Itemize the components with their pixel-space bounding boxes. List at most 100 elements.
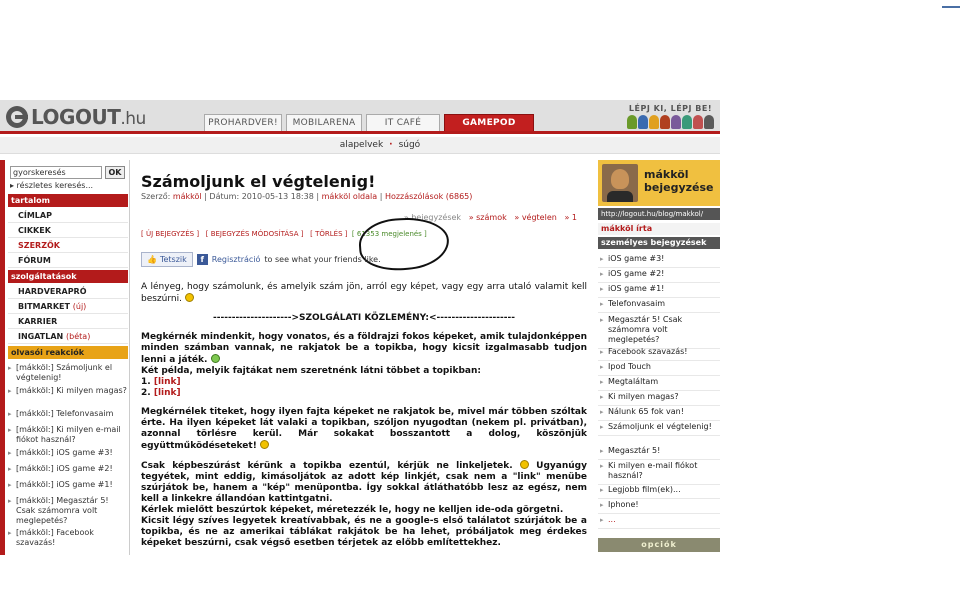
reaction-item[interactable]: [mákköl:] Facebook szavazás! <box>8 528 128 548</box>
tab-gamepod[interactable]: GAMEPOD <box>444 114 534 131</box>
comments-link[interactable]: Hozzászólások (6865) <box>385 192 472 201</box>
section-tartalom: tartalom <box>8 194 128 207</box>
tab-prohardver[interactable]: PROHARDVER! <box>204 114 282 131</box>
reaction-item[interactable]: [mákköl:] Telefonvasaim <box>8 409 128 419</box>
smiley-icon <box>210 354 220 363</box>
sidebar-item-karrier[interactable]: KARRIER <box>8 314 128 329</box>
quick-search-input[interactable] <box>10 166 102 179</box>
mascot-icon <box>649 115 659 129</box>
mascot-icon <box>704 115 714 129</box>
post-date: 2010-05-13 18:38 <box>241 192 314 201</box>
tab-mobilarena[interactable]: MOBILARENA <box>286 114 362 131</box>
personal-post-item[interactable]: iOS game #2! <box>598 269 720 283</box>
author-link[interactable]: mákköl <box>173 192 202 201</box>
crumb-1[interactable]: » 1 <box>564 213 577 222</box>
facebook-like-row: 👍 Tetszik f Regisztráció to see what your… <box>141 252 381 267</box>
sidebar-accent-bar <box>0 160 5 555</box>
options-bar[interactable]: opciók <box>598 538 720 552</box>
section-szolgaltatasok: szolgáltatások <box>8 270 128 283</box>
personal-post-item[interactable]: Legjobb film(ek)... <box>598 485 720 499</box>
author-post-title: mákköl bejegyzése <box>644 168 714 194</box>
crumb-szamok[interactable]: » számok <box>469 213 507 222</box>
smiley-icon <box>184 293 194 302</box>
mascot-icon <box>693 115 703 129</box>
reaction-item[interactable]: [mákköl:] iOS game #1! <box>8 480 128 490</box>
section-szemelyes-bejegyzesek: személyes bejegyzések <box>598 237 720 249</box>
personal-post-item[interactable]: Ki milyen e-mail fiókot használ? <box>598 461 720 485</box>
search-ok-button[interactable]: OK <box>105 166 125 179</box>
sidebar-item-szerzok[interactable]: SZERZŐK <box>8 238 128 253</box>
personal-post-item[interactable]: Ki milyen magas? <box>598 392 720 406</box>
post-body: A lényeg, hogy számolunk, és amelyik szá… <box>141 282 587 555</box>
post-intro: A lényeg, hogy számolunk, és amelyik szá… <box>141 282 587 304</box>
logout-logo-icon <box>6 106 28 128</box>
personal-post-item[interactable]: Megasztár 5! <box>598 446 720 460</box>
sidebar-item-bitmarket[interactable]: BITMARKET (új) <box>8 299 128 314</box>
left-sidebar: OK ▸ részletes keresés... tartalom CÍMLA… <box>0 160 130 555</box>
reaction-item[interactable]: [mákköl:] Megasztár 5! Csak számomra vol… <box>8 496 128 526</box>
subnav-sugo[interactable]: súgó <box>399 140 421 150</box>
reaction-item[interactable]: [mákköl:] Számoljunk el végtelenig! <box>8 363 128 383</box>
example-link-2[interactable]: [link] <box>154 388 181 398</box>
crumb-vegtelen[interactable]: » végtelen <box>514 213 556 222</box>
personal-post-item[interactable]: Ipod Touch <box>598 362 720 376</box>
section-olvasoi-reakciok: olvasói reakciók <box>8 346 128 359</box>
avatar[interactable] <box>602 164 638 202</box>
delete-post-link[interactable]: [ TÖRLÉS ] <box>310 230 347 238</box>
right-sidebar: mákköl bejegyzése http://logout.hu/blog/… <box>598 160 720 555</box>
mascot-icon <box>671 115 681 129</box>
mascot-strip <box>627 115 714 129</box>
subnav: alapelvek · súgó <box>0 137 720 154</box>
personal-post-item[interactable]: Megasztár 5! Csak számomra volt meglepet… <box>598 315 720 349</box>
facebook-caption: to see what your friends like. <box>264 255 381 264</box>
example-link-1[interactable]: [link] <box>154 377 181 387</box>
mascot-icon <box>660 115 670 129</box>
reaction-item[interactable]: [mákköl:] Ki milyen magas? <box>8 386 128 396</box>
logo-text: LOGOUT.hu <box>31 105 146 129</box>
post-title: Számoljunk el végtelenig! <box>141 172 376 191</box>
post-paragraph: Megkérnélek titeket, hogy ilyen fajta ké… <box>141 407 587 451</box>
personal-post-item[interactable]: Nálunk 65 fok van! <box>598 407 720 421</box>
reaction-item[interactable]: [mákköl:] iOS game #2! <box>8 464 128 474</box>
post-paragraph: Megkérnék mindenkit, hogy vonatos, és a … <box>141 332 587 398</box>
sidebar-item-ingatlan[interactable]: INGATLAN (béta) <box>8 329 128 344</box>
facebook-icon: f <box>196 254 208 265</box>
quick-search: OK <box>10 166 125 179</box>
personal-post-item[interactable]: iOS game #3! <box>598 254 720 268</box>
network-tabs: PROHARDVER! MOBILARENA IT CAFÉ GAMEPOD <box>204 114 534 131</box>
more-posts-link[interactable]: ... <box>598 515 720 529</box>
reaction-item[interactable]: [mákköl:] iOS game #3! <box>8 448 128 458</box>
blog-url[interactable]: http://logout.hu/blog/makkol/ <box>598 208 720 220</box>
sidebar-item-cimlap[interactable]: CÍMLAP <box>8 208 128 223</box>
author-page-link[interactable]: mákköl oldala <box>322 192 378 201</box>
reaction-item[interactable]: [mákköl:] Ki milyen e-mail fiókot haszná… <box>8 425 128 445</box>
mascot-icon <box>682 115 692 129</box>
new-post-link[interactable]: [ ÚJ BEJEGYZÉS ] <box>141 230 199 238</box>
subnav-alapelvek[interactable]: alapelvek <box>340 140 383 150</box>
corner-underline <box>942 0 960 8</box>
site-logo[interactable]: LOGOUT.hu <box>6 105 146 129</box>
tab-itcafe[interactable]: IT CAFÉ <box>366 114 440 131</box>
edit-post-link[interactable]: [ BEJEGYZÉS MÓDOSÍTÁSA ] <box>206 230 304 238</box>
personal-post-item[interactable]: Facebook szavazás! <box>598 347 720 361</box>
advanced-search-link[interactable]: ▸ részletes keresés... <box>10 181 93 190</box>
personal-post-item[interactable]: Iphone! <box>598 500 720 514</box>
post-paragraph: Csak képbeszúrást kérünk a topikba ezent… <box>141 460 587 548</box>
facebook-register-link[interactable]: Regisztráció <box>212 255 261 264</box>
facebook-like-button[interactable]: 👍 Tetszik <box>141 252 193 267</box>
personal-post-item[interactable]: Számoljunk el végtelenig! <box>598 422 720 436</box>
personal-post-item[interactable]: iOS game #1! <box>598 284 720 298</box>
main-content: Számoljunk el végtelenig! Szerző: mákköl… <box>131 160 595 555</box>
post-meta: Szerző: mákköl | Dátum: 2010-05-13 18:38… <box>141 192 473 201</box>
personal-post-item[interactable]: Megtaláltam <box>598 377 720 391</box>
service-notice: --------------------->SZOLGÁLATI KÖZLEMÉ… <box>213 313 515 323</box>
smiley-icon <box>519 460 529 469</box>
subnav-separator: · <box>389 140 393 150</box>
sidebar-item-forum[interactable]: FÓRUM <box>8 253 128 268</box>
sidebar-item-cikkek[interactable]: CIKKEK <box>8 223 128 238</box>
section-makkol-irta: mákköl írta <box>598 223 720 235</box>
thumbs-up-icon: 👍 <box>147 255 157 264</box>
smiley-icon <box>259 440 269 449</box>
sidebar-item-hardverapro[interactable]: HARDVERAPRÓ <box>8 284 128 299</box>
personal-post-item[interactable]: Telefonvasaim <box>598 299 720 313</box>
